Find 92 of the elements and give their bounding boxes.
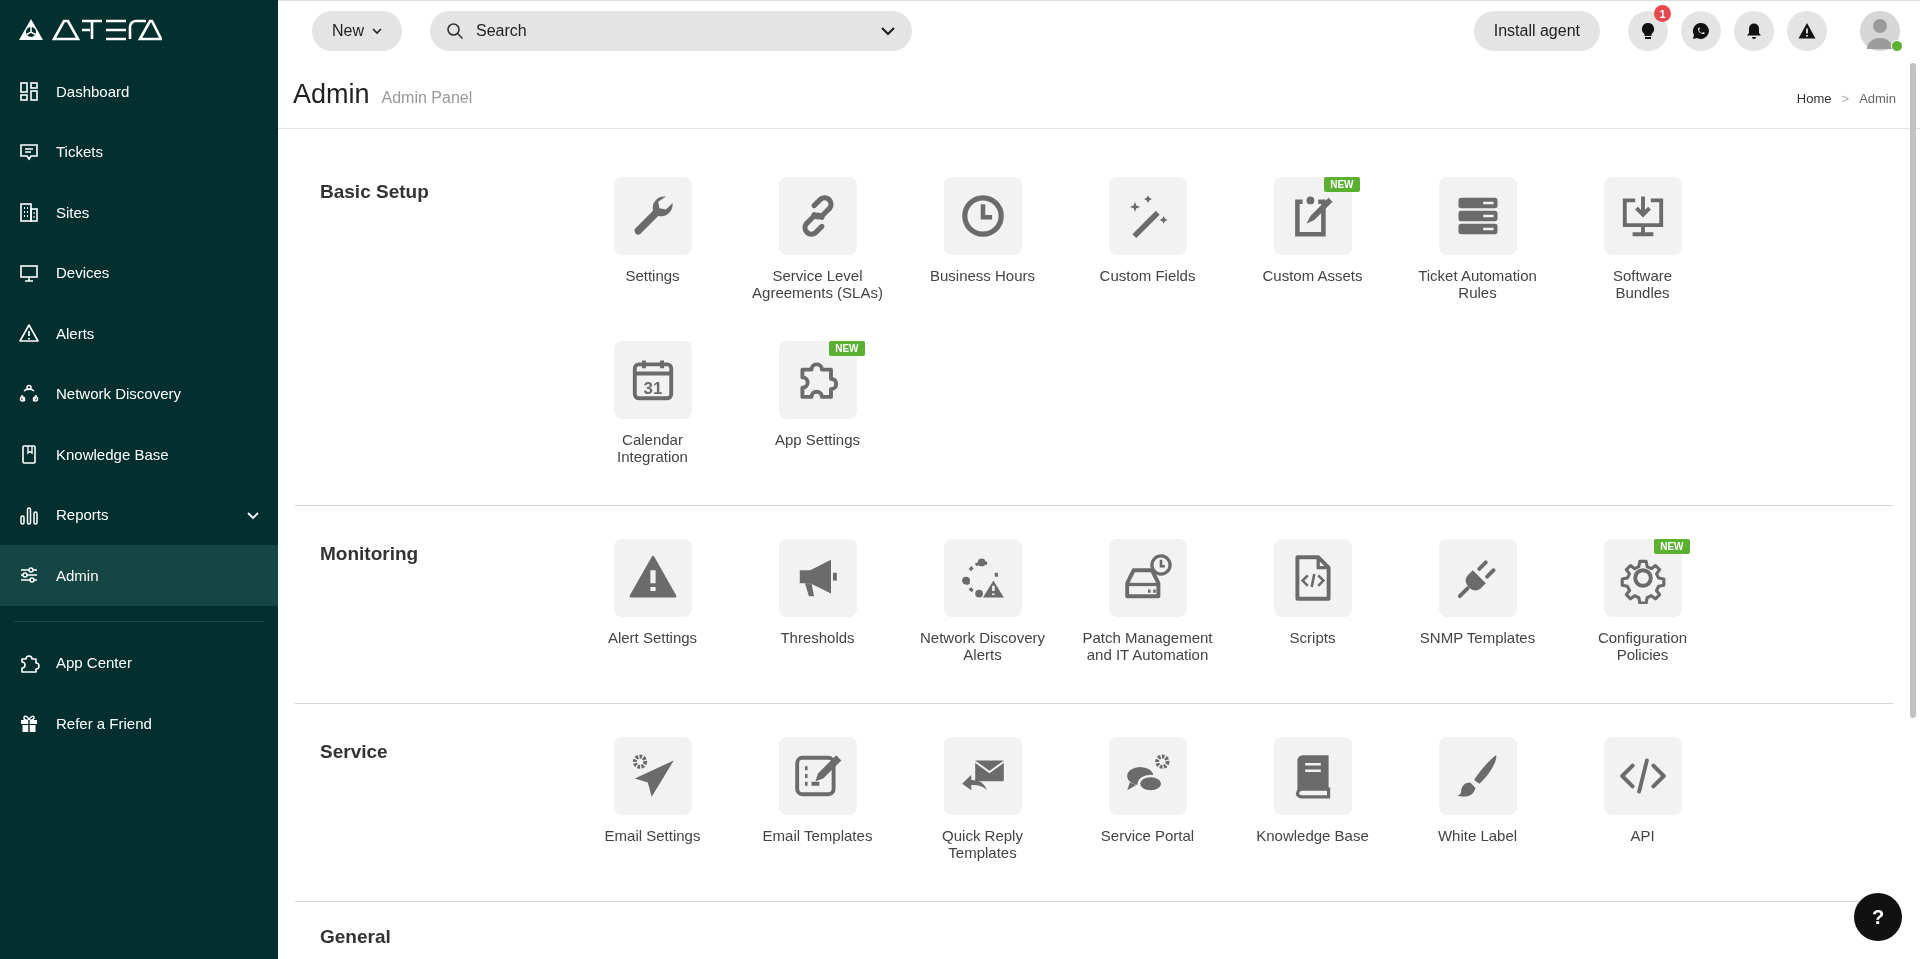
section-title: General (320, 925, 392, 948)
settings-tile[interactable] (943, 177, 1022, 255)
search-bar[interactable]: Search (430, 11, 912, 51)
lightbulb-button[interactable] (1628, 11, 1668, 51)
section-title: Monitoring (320, 542, 420, 566)
settings-tile[interactable] (778, 341, 857, 419)
settings-tile[interactable] (613, 177, 692, 255)
lightbulb-icon (1639, 22, 1657, 40)
settings-tile[interactable] (1273, 177, 1352, 255)
warning-icon (1798, 22, 1816, 40)
settings-tile[interactable] (1438, 177, 1517, 255)
scrollbar[interactable] (1910, 63, 1916, 718)
breadcrumb-link[interactable]: Home (1796, 91, 1832, 106)
breadcrumb-separator: > (1841, 91, 1850, 106)
sidebar-item[interactable]: Knowledge Base (0, 424, 278, 485)
warning-button[interactable] (1787, 11, 1827, 51)
tile-label[interactable]: White Label (1437, 827, 1518, 845)
notification-badge: 1 (1654, 5, 1671, 22)
tile-label[interactable]: Scripts (1289, 629, 1336, 647)
tile-label[interactable]: Email Settings (604, 827, 701, 845)
new-badge: NEW (1324, 177, 1360, 192)
page-subtitle: Admin Panel (381, 89, 473, 107)
sidebar-item[interactable]: App Center (0, 632, 278, 693)
chat-button[interactable] (1681, 11, 1721, 51)
settings-tile[interactable] (943, 539, 1022, 617)
tile-label[interactable]: Thresholds (780, 629, 855, 647)
dashboard-grid-icon (18, 80, 40, 103)
search-icon (446, 22, 464, 40)
settings-tile[interactable] (778, 539, 857, 617)
new-badge: NEW (1654, 539, 1690, 554)
settings-tile[interactable] (1273, 539, 1352, 617)
sidebar-item[interactable]: Admin (0, 545, 278, 606)
tile-label[interactable]: Network Discovery Alerts (920, 629, 1045, 664)
section-title: Basic Setup (320, 180, 430, 204)
settings-tile[interactable] (1108, 177, 1187, 255)
new-badge: NEW (829, 341, 865, 356)
help-button[interactable]: ? (1854, 893, 1902, 941)
breadcrumb-current: Admin (1859, 91, 1896, 106)
page-title: Admin (293, 79, 370, 110)
tile-label[interactable]: SNMP Templates (1419, 629, 1536, 647)
settings-tile[interactable] (1603, 177, 1682, 255)
settings-tile[interactable] (778, 177, 857, 255)
settings-tile[interactable] (1108, 737, 1187, 815)
tile-label[interactable]: Service Portal (1100, 827, 1195, 845)
settings-tile[interactable] (778, 737, 857, 815)
tile-label[interactable]: Custom Fields (1099, 267, 1196, 285)
sidebar-item[interactable]: Reports (0, 484, 278, 545)
gift-icon (18, 712, 40, 735)
tile-label[interactable]: Calendar Integration (617, 431, 688, 466)
tile-label[interactable]: Custom Assets (1262, 267, 1363, 285)
settings-tile[interactable] (1438, 539, 1517, 617)
settings-tile[interactable] (1603, 539, 1682, 617)
sidebar-item[interactable]: Devices (0, 242, 278, 303)
tile-label[interactable]: App Settings (774, 431, 861, 449)
tile-label[interactable]: Business Hours (929, 267, 1035, 285)
buildings-icon (18, 201, 40, 224)
warning-icon (18, 322, 40, 345)
tile-label[interactable]: Ticket Automation Rules (1418, 267, 1537, 302)
tile-label[interactable]: Patch Management and IT Automation (1082, 629, 1213, 664)
settings-tile[interactable] (1603, 737, 1682, 815)
bell-button[interactable] (1734, 11, 1774, 51)
new-button[interactable]: New (312, 11, 402, 51)
tile-label[interactable]: Service Level Agreements (SLAs) (752, 267, 883, 302)
settings-tile[interactable] (613, 737, 692, 815)
user-avatar[interactable] (1860, 11, 1900, 51)
tile-label[interactable]: Knowledge Base (1256, 827, 1369, 845)
sidebar-item[interactable]: Tickets (0, 121, 278, 182)
settings-tile[interactable] (613, 539, 692, 617)
settings-tile[interactable] (1273, 737, 1352, 815)
tile-label[interactable]: Email Templates (762, 827, 873, 845)
sidebar-item[interactable]: Sites (0, 182, 278, 243)
tile-label[interactable]: Software Bundles (1612, 267, 1673, 302)
chat-bubble-icon (1691, 21, 1711, 41)
tile-label[interactable]: Alert Settings (607, 629, 698, 647)
install-agent-button[interactable]: Install agent (1473, 11, 1600, 51)
tile-label[interactable]: API (1630, 827, 1655, 845)
logo-icon (18, 18, 44, 42)
network-icon (18, 382, 40, 405)
tile-label[interactable]: Settings (625, 267, 680, 285)
sidebar-item[interactable]: Alerts (0, 303, 278, 364)
tile-label[interactable]: Configuration Policies (1597, 629, 1688, 664)
bell-icon (1745, 22, 1763, 40)
search-field[interactable]: Search (474, 21, 870, 41)
sidebar-item[interactable]: Refer a Friend (0, 693, 278, 754)
settings-tile[interactable] (1438, 737, 1517, 815)
sidebar-item[interactable]: Network Discovery (0, 363, 278, 424)
settings-tile[interactable] (943, 737, 1022, 815)
sidebar-item[interactable]: Dashboard (0, 61, 278, 122)
settings-tile[interactable] (1108, 539, 1187, 617)
settings-tile[interactable]: 31 (613, 341, 692, 419)
tile-label[interactable]: Quick Reply Templates (942, 827, 1023, 862)
chevron-icon (372, 26, 382, 36)
